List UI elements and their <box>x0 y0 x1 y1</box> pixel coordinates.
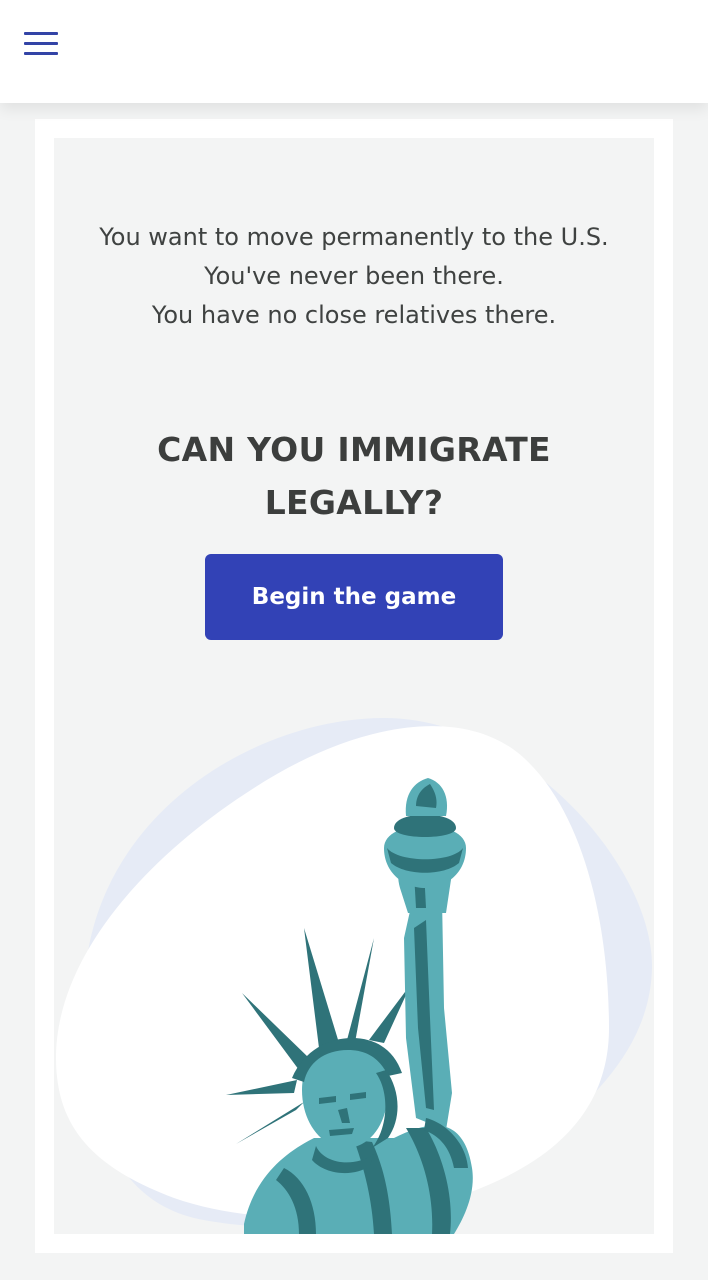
hamburger-menu-icon-line <box>24 52 58 55</box>
game-card: You want to move permanently to the U.S.… <box>35 119 673 1253</box>
question-heading: CAN YOU IMMIGRATE LEGALLY? <box>157 430 551 522</box>
statue-of-liberty-illustration <box>56 718 653 1234</box>
intro-line-2: You've never been there. <box>204 262 504 290</box>
intro-line-1: You want to move permanently to the U.S. <box>99 223 609 251</box>
intro-line-3: You have no close relatives there. <box>151 301 557 329</box>
top-bar <box>0 0 708 103</box>
hamburger-menu-icon-line <box>24 32 58 35</box>
begin-game-button[interactable]: Begin the game <box>205 554 503 640</box>
intro-text: You want to move permanently to the U.S.… <box>84 218 624 335</box>
hamburger-menu-icon-line <box>24 42 58 45</box>
hamburger-menu-button[interactable] <box>24 30 58 58</box>
game-card-content: You want to move permanently to the U.S.… <box>54 138 654 1234</box>
